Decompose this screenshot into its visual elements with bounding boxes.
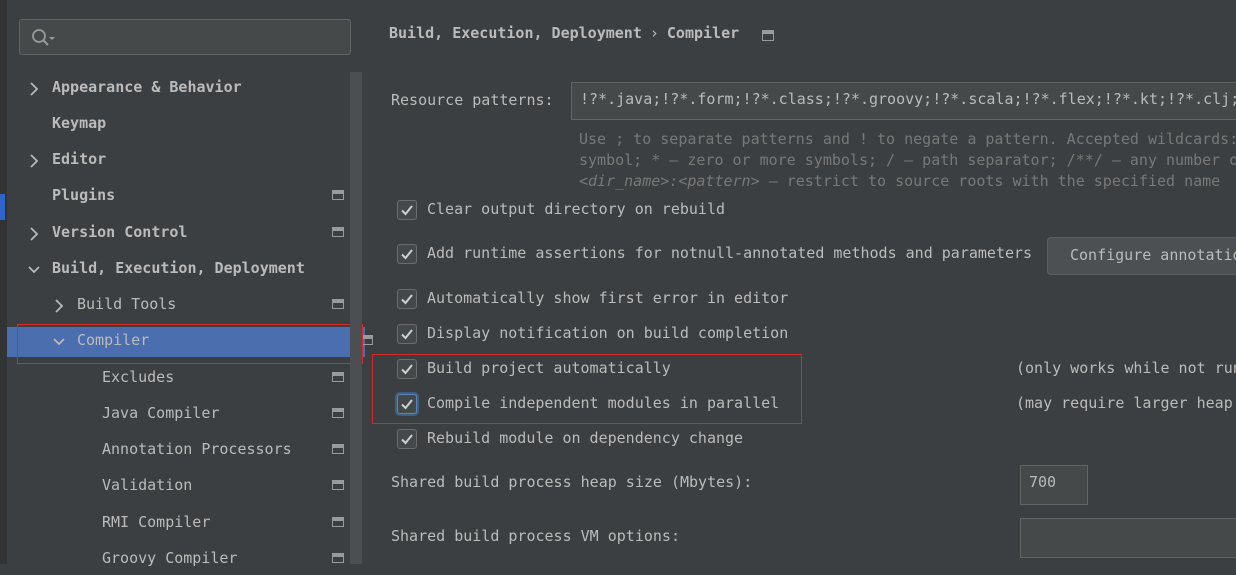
- project-scope-icon: [332, 444, 344, 454]
- checkbox-label[interactable]: Automatically show first error in editor: [427, 289, 788, 307]
- compiler-highlight-box: [17, 324, 363, 364]
- sidebar-item-keymap[interactable]: Keymap: [7, 110, 350, 140]
- chevron-right-icon[interactable]: [27, 226, 41, 242]
- sidebar-item-label: Plugins: [52, 186, 116, 204]
- search-input[interactable]: [19, 19, 351, 55]
- compiler-settings-panel: Build, Execution, Deployment › Compiler Re…: [365, 0, 1236, 564]
- project-scope-icon: [332, 299, 344, 309]
- sidebar-item-excludes[interactable]: Excludes: [7, 364, 350, 394]
- checkmark-icon: [401, 329, 413, 340]
- sidebar-item-label: Editor: [52, 150, 107, 168]
- sidebar-item-build-execution-deployment[interactable]: Build, Execution, Deployment: [7, 255, 350, 285]
- checkbox-box[interactable]: [397, 429, 417, 449]
- checkbox-box[interactable]: [397, 289, 417, 309]
- vm-options-label: Shared build process VM options:: [391, 527, 680, 545]
- project-scope-icon: [332, 190, 344, 200]
- sidebar-item-label: Annotation Processors: [102, 440, 292, 458]
- chevron-right-icon[interactable]: [52, 298, 66, 314]
- checkbox-box[interactable]: [397, 324, 417, 344]
- resource-patterns-label: Resource patterns:: [391, 91, 554, 109]
- sidebar-item-annotation-processors[interactable]: Annotation Processors: [7, 436, 350, 466]
- sidebar-item-groovy-compiler[interactable]: Groovy Compiler: [7, 545, 350, 575]
- sidebar-item-plugins[interactable]: Plugins: [7, 182, 350, 212]
- project-scope-icon: [332, 227, 344, 237]
- project-scope-icon: [332, 553, 344, 563]
- left-edge-marker: [0, 194, 5, 220]
- project-scope-icon: [332, 480, 344, 490]
- sidebar-item-label: Version Control: [52, 223, 188, 241]
- breadcrumb-separator: ›: [649, 24, 659, 42]
- sidebar-item-label: Java Compiler: [102, 404, 220, 422]
- project-scope-icon: [332, 408, 344, 418]
- sidebar-item-label: Keymap: [52, 114, 107, 132]
- sidebar-item-java-compiler[interactable]: Java Compiler: [7, 400, 350, 430]
- project-scope-icon: [762, 30, 774, 41]
- sidebar-item-appearance-behavior[interactable]: Appearance & Behavior: [7, 74, 350, 104]
- sidebar-item-label: Excludes: [102, 368, 175, 386]
- sidebar-item-label: Groovy Compiler: [102, 549, 238, 567]
- resource-patterns-input[interactable]: !?*.java;!?*.form;!?*.class;!?*.groovy;!…: [571, 82, 1236, 120]
- search-icon: [32, 29, 55, 46]
- settings-sidebar: Appearance & Behavior Keymap Editor Plugins…: [7, 0, 373, 567]
- checkmark-icon: [401, 249, 413, 260]
- checkmark-icon: [401, 434, 413, 445]
- sidebar-scrollbar[interactable]: [350, 72, 362, 564]
- resource-patterns-hint-2: symbol; * — zero or more symbols; / — pa…: [579, 151, 1236, 169]
- breadcrumb-parent[interactable]: Build, Execution, Deployment: [389, 24, 642, 42]
- project-scope-icon: [332, 372, 344, 382]
- project-scope-icon: [332, 517, 344, 527]
- sidebar-item-label: Build Tools: [77, 295, 177, 313]
- checkbox-box[interactable]: [397, 244, 417, 264]
- checkmark-icon: [401, 205, 413, 216]
- sidebar-item-label: Validation: [102, 476, 193, 494]
- chevron-right-icon[interactable]: [27, 81, 41, 97]
- breadcrumb-current: Compiler: [666, 24, 740, 42]
- resource-patterns-hint-1: Use ; to separate patterns and ! to nega…: [579, 130, 1236, 148]
- checkmark-icon: [401, 294, 413, 305]
- option-note: (may require larger heap: [1016, 394, 1233, 412]
- checkbox-label[interactable]: Display notification on build completion: [427, 324, 788, 342]
- checkbox-label[interactable]: Rebuild module on dependency change: [427, 429, 743, 447]
- hint-pattern-rest: — restrict to source roots with the spec…: [759, 172, 1221, 190]
- build-options-highlight-box: [372, 354, 802, 424]
- breadcrumb: Build, Execution, Deployment › Compiler: [389, 24, 739, 42]
- resource-patterns-hint-3: <dir_name>:<pattern> — restrict to sourc…: [579, 172, 1220, 190]
- checkbox-label[interactable]: Add runtime assertions for notnull-annot…: [427, 244, 1032, 262]
- sidebar-item-label: RMI Compiler: [102, 513, 211, 531]
- chevron-right-icon[interactable]: [27, 153, 41, 169]
- sidebar-item-editor[interactable]: Editor: [7, 146, 350, 176]
- sidebar-item-rmi-compiler[interactable]: RMI Compiler: [7, 509, 350, 539]
- sidebar-item-version-control[interactable]: Version Control: [7, 219, 350, 249]
- checkbox-box[interactable]: [397, 200, 417, 220]
- chevron-down-icon[interactable]: [27, 262, 41, 278]
- sidebar-item-build-tools[interactable]: Build Tools: [7, 291, 350, 321]
- left-edge-strip: [0, 0, 7, 564]
- hint-pattern-syntax: <dir_name>:<pattern>: [579, 172, 760, 190]
- configure-annotations-button[interactable]: Configure annotatio: [1047, 237, 1236, 275]
- sidebar-item-label: Appearance & Behavior: [52, 78, 242, 96]
- sidebar-item-label: Build, Execution, Deployment: [52, 259, 305, 277]
- option-note: (only works while not run: [1016, 359, 1236, 377]
- sidebar-item-validation[interactable]: Validation: [7, 472, 350, 502]
- heap-size-input[interactable]: 700: [1020, 465, 1088, 505]
- vm-options-input[interactable]: [1020, 518, 1236, 558]
- heap-size-label: Shared build process heap size (Mbytes):: [391, 473, 753, 491]
- checkbox-label[interactable]: Clear output directory on rebuild: [427, 200, 725, 218]
